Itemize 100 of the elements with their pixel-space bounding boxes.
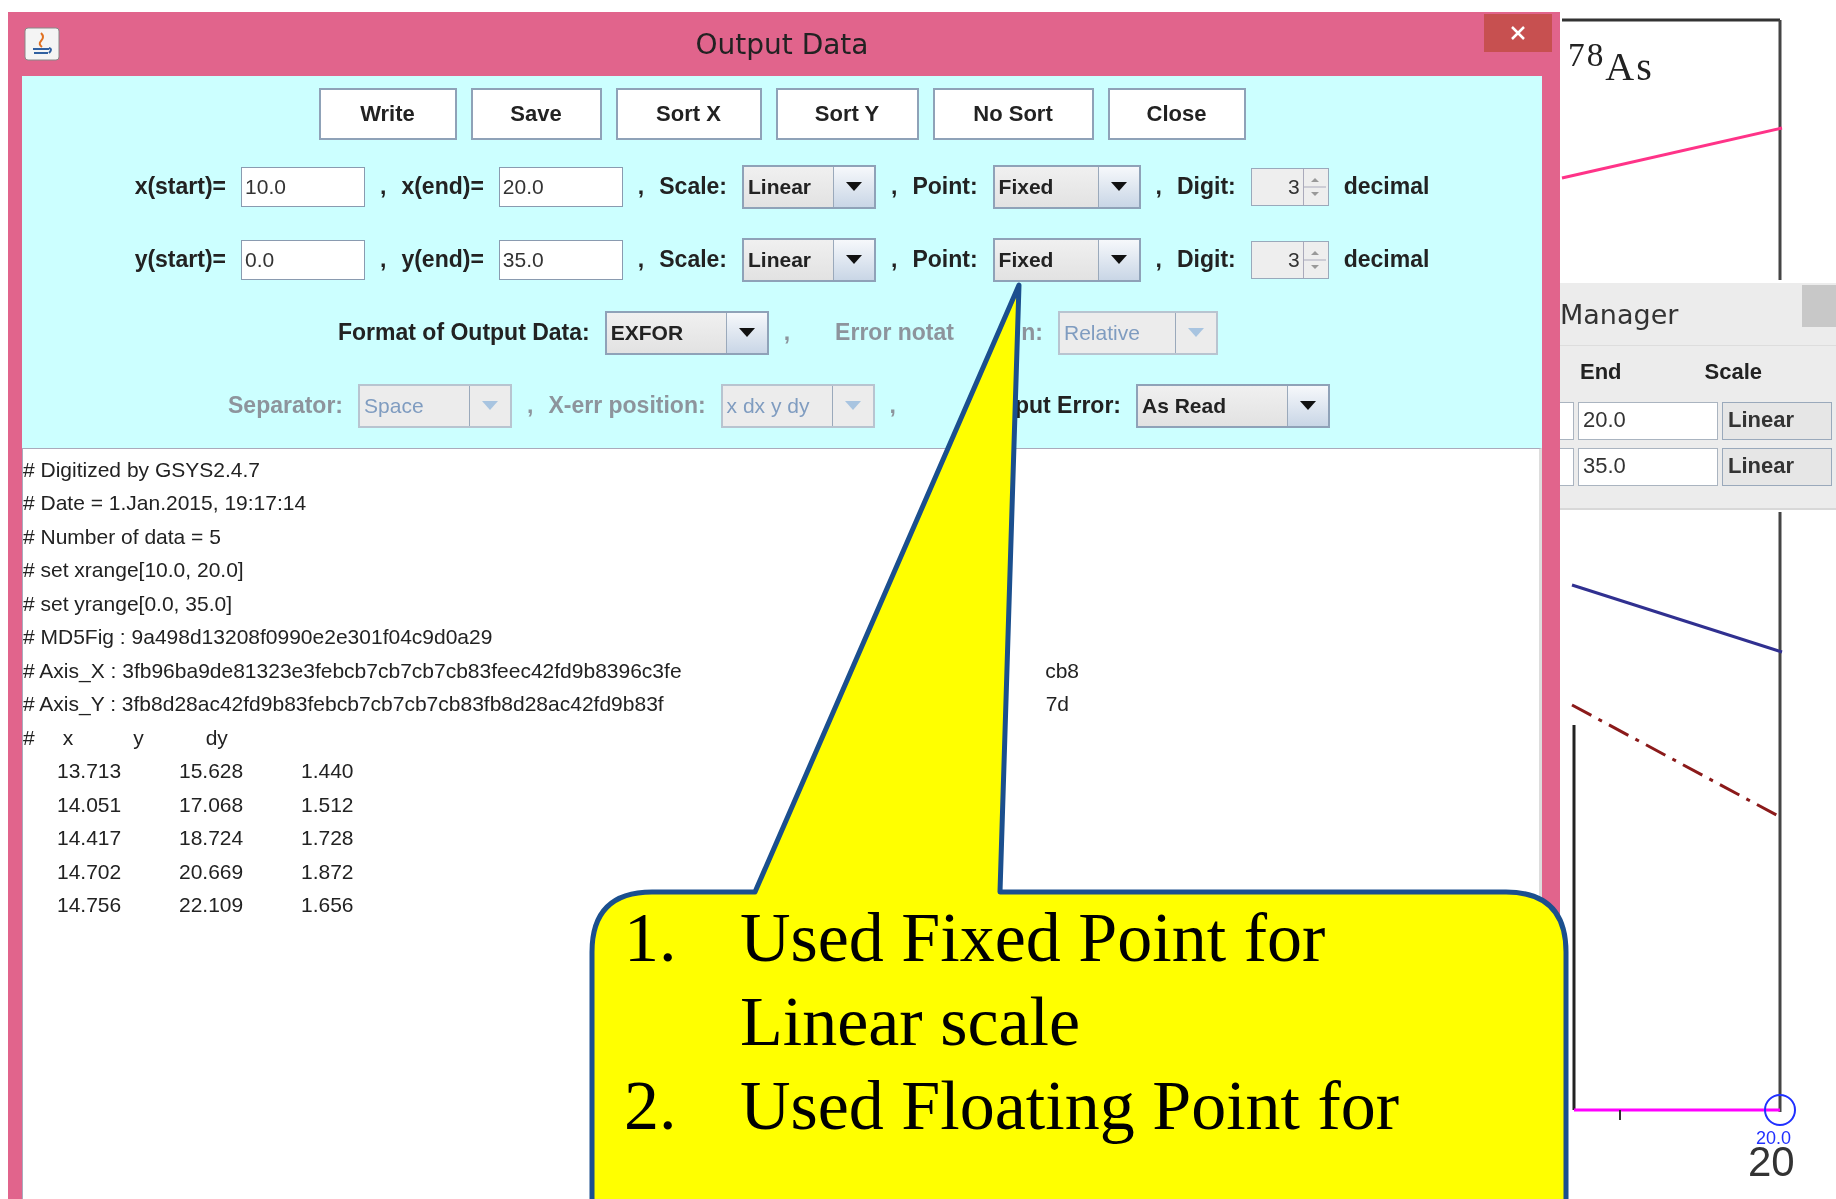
toolbar-button[interactable]: Sort Y bbox=[775, 88, 919, 140]
comma-label: , bbox=[1155, 173, 1162, 200]
output-line-fragment: cb8 bbox=[1045, 658, 1079, 683]
output-line: # set xrange[10.0, 20.0] bbox=[23, 558, 244, 583]
field-label: Digit: bbox=[1176, 173, 1236, 200]
field-label: y(start)= bbox=[134, 246, 227, 273]
table-cell-text: 1.872 bbox=[301, 859, 355, 884]
column-header: dy bbox=[205, 725, 228, 750]
table-cell-text: 1.656 bbox=[301, 893, 355, 918]
field-label: Digit: bbox=[1176, 246, 1236, 273]
output-line: # Number of data = 5 bbox=[23, 524, 221, 549]
input-field[interactable]: 35.0 bbox=[498, 239, 623, 280]
caret-icon bbox=[1110, 182, 1127, 191]
close-icon bbox=[1510, 25, 1526, 41]
caret-icon bbox=[482, 401, 499, 410]
unit-label: decimal bbox=[1343, 173, 1430, 200]
field-label: Point: bbox=[912, 173, 978, 200]
table-cell-text: 14.417 bbox=[57, 826, 123, 851]
field-label: put Error: bbox=[1014, 392, 1121, 419]
input-field[interactable]: 20.0 bbox=[498, 166, 623, 207]
plot-label: $^{78}$As bbox=[1568, 36, 1654, 91]
table-cell-text: 15.628 bbox=[179, 759, 245, 784]
toolbar-button[interactable]: Close bbox=[1107, 88, 1246, 140]
scale-dropdown[interactable]: Linear bbox=[1722, 402, 1832, 440]
output-line: # Digitized by GSYS2.4.7 bbox=[23, 457, 260, 482]
output-line: # MD5Fig : 9a498d13208f0990e2e301f04c9d0a29 bbox=[23, 625, 493, 650]
comma-label: , bbox=[527, 392, 534, 419]
toolbar-button[interactable]: Sort X bbox=[615, 88, 762, 140]
point-dropdown[interactable]: Fixed bbox=[992, 237, 1141, 282]
caret-icon bbox=[1110, 255, 1127, 264]
column-header: End bbox=[1580, 359, 1622, 385]
table-cell-text: 17.068 bbox=[179, 792, 245, 817]
table-cell-text: 13.713 bbox=[57, 759, 123, 784]
comma-label: , bbox=[380, 246, 387, 273]
toolbar-button[interactable]: Save bbox=[470, 88, 602, 140]
digit-spinner[interactable]: 3 bbox=[1250, 240, 1329, 279]
field-label: Separator: bbox=[228, 392, 344, 419]
field-label: x(start)= bbox=[134, 173, 227, 200]
caret-icon bbox=[846, 255, 862, 264]
field-label: Scale: bbox=[659, 246, 727, 273]
caret-icon bbox=[844, 401, 861, 410]
field-label: x(end)= bbox=[401, 173, 484, 200]
output-line: # Axis_Y : 3fb8d28ac42fd9b83febcb7cb7cb7cb83fb8d28ac42fd9b83f bbox=[23, 692, 664, 717]
output-line: # set yrange[0.0, 35.0] bbox=[23, 591, 232, 616]
table-cell-text: 1.728 bbox=[301, 826, 355, 851]
column-header: # bbox=[23, 725, 35, 750]
output-line: # Axis_X : 3fb96ba9de81323e3febcb7cb7cb7cb83feec42fd9b8396c3fe bbox=[23, 658, 682, 683]
window-title: Output Data bbox=[695, 27, 869, 61]
comma-label: , bbox=[783, 319, 791, 346]
comma-label: , bbox=[1155, 246, 1162, 273]
field-label: y(end)= bbox=[401, 246, 484, 273]
comma-label: , bbox=[891, 246, 898, 273]
field-label: X-err position: bbox=[548, 392, 706, 419]
scale-dropdown[interactable]: Linear bbox=[1722, 448, 1832, 486]
list-number: 1. bbox=[624, 898, 678, 978]
input-error-dropdown[interactable]: As Read bbox=[1136, 383, 1330, 428]
caret-icon bbox=[738, 328, 755, 337]
input-field[interactable]: 35.0 bbox=[1578, 448, 1718, 486]
point-dropdown[interactable]: Fixed bbox=[992, 164, 1141, 209]
comma-label: , bbox=[637, 173, 645, 200]
field-label: Error notat bbox=[835, 319, 954, 346]
toolbar-button[interactable]: Write bbox=[318, 88, 457, 140]
unit-label: decimal bbox=[1343, 246, 1430, 273]
format-dropdown[interactable]: EXFOR bbox=[604, 310, 769, 355]
input-field[interactable]: 0.0 bbox=[241, 239, 366, 280]
list-number: 2. bbox=[624, 1066, 678, 1146]
callout-text: Used Fixed Point for Linear scale bbox=[740, 898, 1327, 1062]
input-field[interactable]: 20.0 bbox=[1578, 402, 1718, 440]
scale-dropdown[interactable]: Linear bbox=[742, 164, 876, 209]
column-header: y bbox=[133, 725, 144, 750]
scale-dropdown[interactable]: Linear bbox=[742, 237, 876, 282]
table-cell-text: 20.669 bbox=[179, 859, 245, 884]
caret-icon bbox=[1188, 328, 1204, 337]
field-label: Format of Output Data: bbox=[338, 319, 590, 346]
digit-spinner[interactable]: 3 bbox=[1250, 167, 1329, 206]
table-cell-text: 18.724 bbox=[179, 826, 245, 851]
close-button[interactable] bbox=[1484, 14, 1552, 52]
comma-label: , bbox=[637, 246, 645, 273]
output-line: # Date = 1.Jan.2015, 19:17:14 bbox=[23, 491, 307, 516]
table-cell-text: 14.702 bbox=[57, 859, 123, 884]
caret-icon bbox=[1300, 401, 1316, 410]
table-cell-text: 14.756 bbox=[57, 893, 123, 918]
column-header: x bbox=[62, 725, 74, 750]
table-cell-text: 1.440 bbox=[301, 759, 355, 784]
field-label: Scale: bbox=[659, 173, 727, 200]
callout-text: Used Floating Point for bbox=[740, 1066, 1401, 1146]
window-title: Manager bbox=[1560, 298, 1679, 330]
table-cell-text: 22.109 bbox=[179, 893, 245, 918]
table-cell-text: 14.051 bbox=[57, 792, 123, 817]
comma-label: , bbox=[889, 392, 896, 419]
comma-label: , bbox=[891, 173, 898, 200]
field-label: n: bbox=[1021, 319, 1043, 346]
caret-icon bbox=[846, 182, 862, 191]
toolbar-button[interactable]: No Sort bbox=[932, 88, 1094, 140]
field-label: Point: bbox=[912, 246, 978, 273]
column-header: Scale bbox=[1704, 359, 1763, 385]
table-cell-text: 1.512 bbox=[301, 792, 355, 817]
output-line-fragment: 7d bbox=[1045, 692, 1069, 717]
input-field[interactable]: 10.0 bbox=[241, 166, 366, 207]
comma-label: , bbox=[380, 173, 387, 200]
